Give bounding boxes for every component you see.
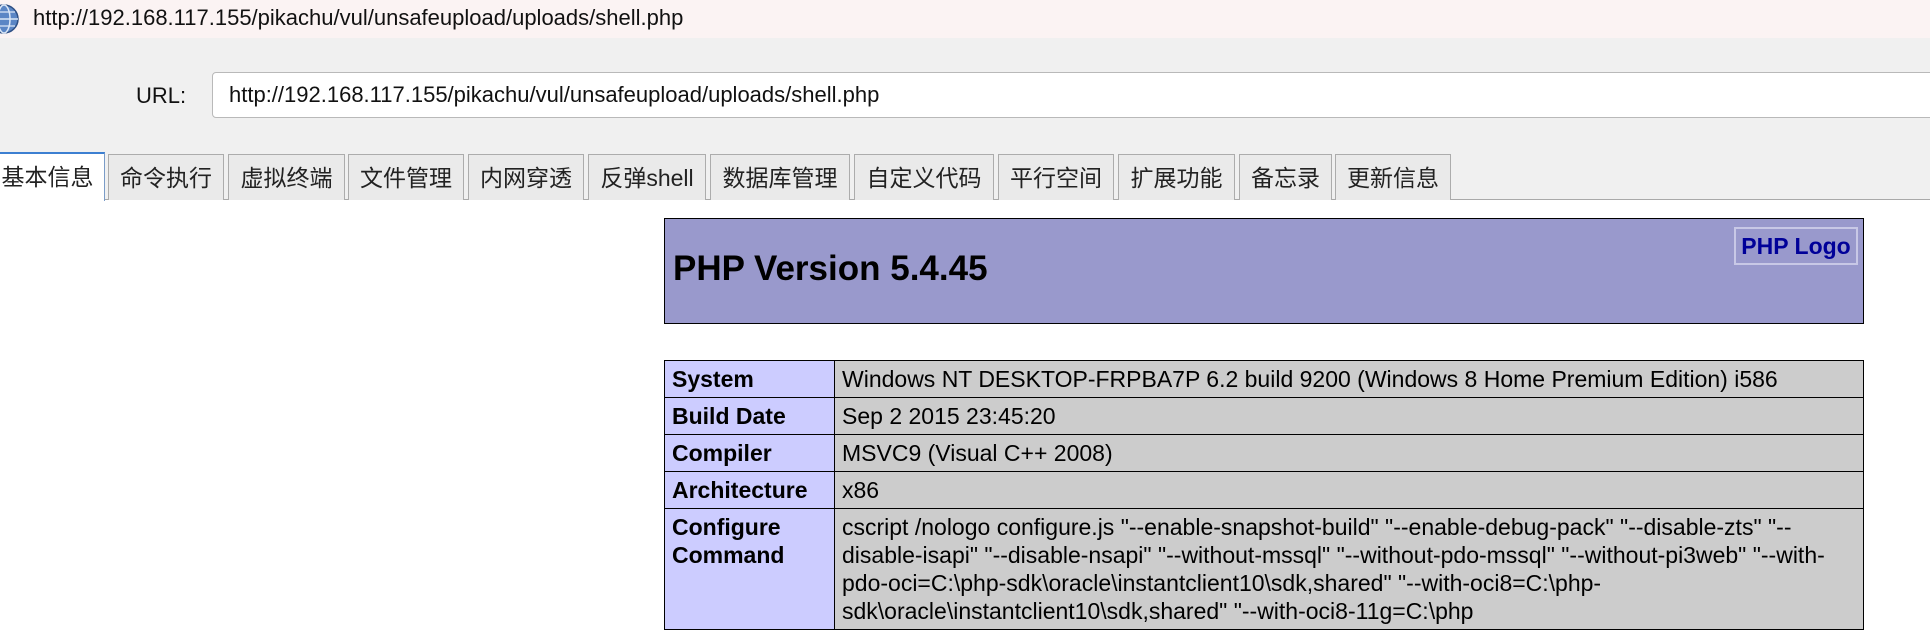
tab-update-info[interactable]: 更新信息 (1335, 154, 1451, 200)
info-key: Build Date (664, 397, 835, 435)
table-row: Compiler MSVC9 (Visual C++ 2008) (664, 434, 1864, 472)
info-value: Sep 2 2015 23:45:20 (834, 397, 1864, 435)
url-row: URL: (0, 38, 1930, 144)
table-row: System Windows NT DESKTOP-FRPBA7P 6.2 bu… (664, 360, 1864, 398)
tab-reverse-shell[interactable]: 反弹shell (588, 154, 706, 200)
info-value: Windows NT DESKTOP-FRPBA7P 6.2 build 920… (834, 360, 1864, 398)
phpinfo-header: PHP Version 5.4.45 PHP Logo (664, 218, 1864, 324)
tab-bar: 基本信息 命令执行 虚拟终端 文件管理 内网穿透 反弹shell 数据库管理 自… (0, 144, 1930, 201)
phpinfo-table: System Windows NT DESKTOP-FRPBA7P 6.2 bu… (664, 360, 1864, 630)
info-value: x86 (834, 471, 1864, 509)
window-title: http://192.168.117.155/pikachu/vul/unsaf… (33, 5, 684, 30)
info-key: Architecture (664, 471, 835, 509)
php-logo-link[interactable]: PHP Logo (1734, 227, 1858, 265)
table-row: Build Date Sep 2 2015 23:45:20 (664, 397, 1864, 435)
tab-file-manager[interactable]: 文件管理 (348, 154, 464, 200)
tab-virtual-terminal[interactable]: 虚拟终端 (228, 154, 345, 200)
info-value: cscript /nologo configure.js "--enable-s… (834, 508, 1864, 630)
tab-memo[interactable]: 备忘录 (1239, 154, 1332, 200)
globe-icon (0, 3, 20, 35)
table-row: Architecture x86 (664, 471, 1864, 509)
tab-basic-info[interactable]: 基本信息 (0, 152, 105, 201)
tab-parallel-space[interactable]: 平行空间 (998, 154, 1114, 200)
url-label: URL: (136, 83, 187, 108)
tab-custom-code[interactable]: 自定义代码 (854, 154, 994, 200)
window-title-bar: http://192.168.117.155/pikachu/vul/unsaf… (0, 0, 1930, 38)
tab-intranet-tunnel[interactable]: 内网穿透 (468, 154, 584, 200)
table-row: Configure Command cscript /nologo config… (664, 508, 1864, 630)
tab-database-manager[interactable]: 数据库管理 (710, 154, 850, 200)
tab-command-exec[interactable]: 命令执行 (108, 154, 224, 200)
php-version-title: PHP Version 5.4.45 (673, 249, 988, 288)
tab-extensions[interactable]: 扩展功能 (1118, 154, 1235, 200)
info-value: MSVC9 (Visual C++ 2008) (834, 434, 1864, 472)
info-key: Compiler (664, 434, 835, 472)
info-key: Configure Command (664, 508, 835, 630)
url-input[interactable] (212, 72, 1930, 118)
info-key: System (664, 360, 835, 398)
